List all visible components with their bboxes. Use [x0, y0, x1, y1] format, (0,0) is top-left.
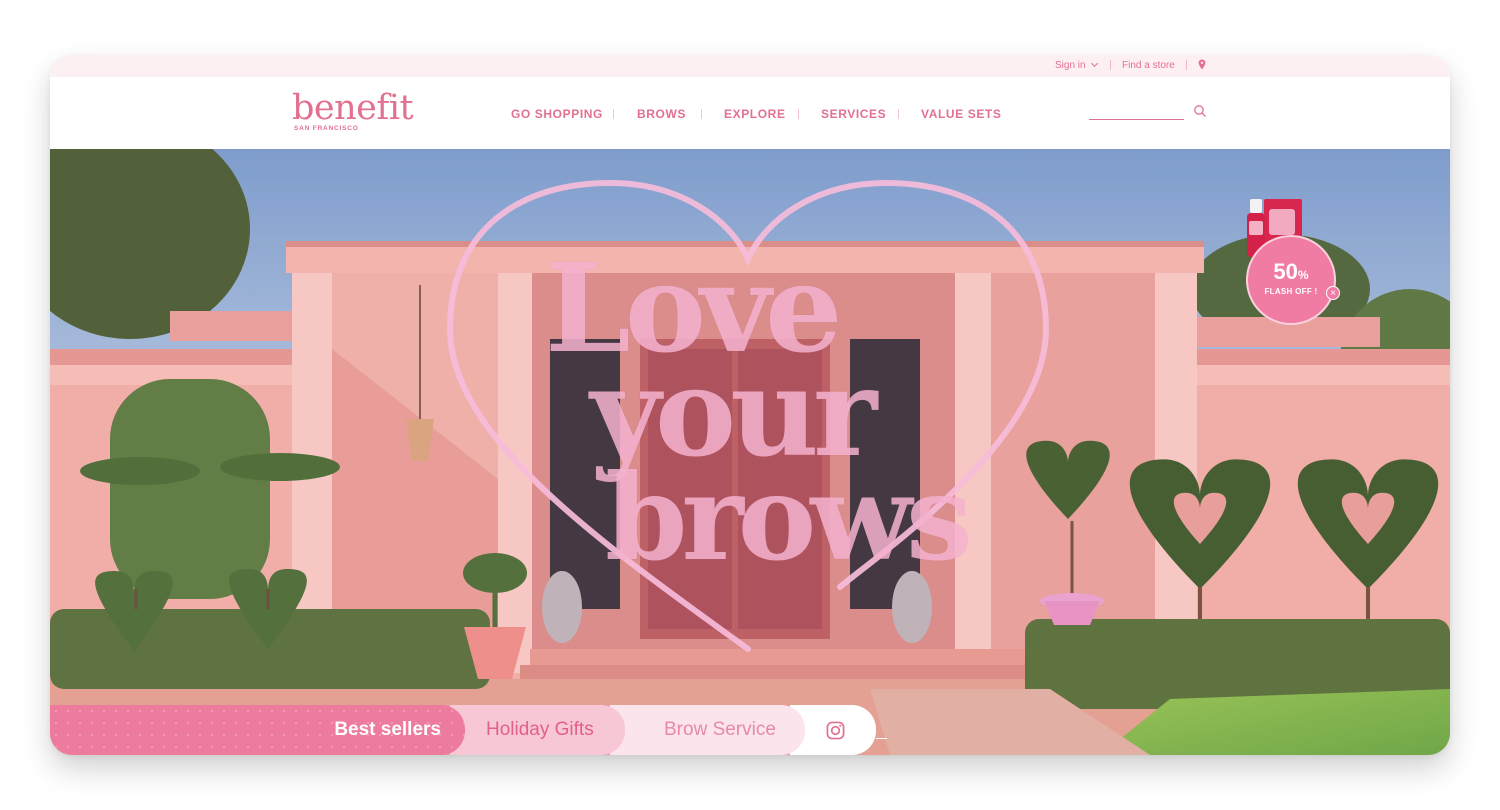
sign-in-label: Sign in	[1055, 60, 1086, 71]
chevron-down-icon	[1090, 59, 1098, 68]
nav-divider	[798, 109, 799, 119]
nav-divider	[701, 109, 702, 119]
tab-holiday-gifts-label: Holiday Gifts	[486, 719, 594, 740]
nav-brows[interactable]: BROWS	[637, 107, 686, 121]
nav-explore[interactable]: EXPLORE	[724, 107, 786, 121]
divider	[1186, 60, 1187, 70]
flash-percent: 50%	[1273, 259, 1309, 284]
browser-frame: Sign in Find a store benefit SAN FRANCIS…	[50, 55, 1450, 755]
location-pin-icon[interactable]	[1198, 59, 1206, 73]
main-header: benefit SAN FRANCISCO GO SHOPPING BROWS …	[50, 77, 1450, 149]
flash-label: FLASH OFF !	[1264, 287, 1318, 296]
tab-brow-service[interactable]: Brow Service	[610, 705, 805, 755]
nav-services[interactable]: SERVICES	[821, 107, 886, 121]
search-input[interactable]	[1089, 119, 1184, 120]
tab-bar: Best sellers Holiday Gifts Brow Service	[50, 705, 1450, 755]
divider	[1110, 60, 1111, 70]
tab-holiday-gifts[interactable]: Holiday Gifts	[450, 705, 625, 755]
flash-sale-badge[interactable]: 50% FLASH OFF ! ×	[1246, 199, 1340, 354]
search-icon[interactable]	[1193, 104, 1207, 118]
divider	[876, 738, 887, 739]
nav-divider	[613, 109, 614, 119]
hero-banner[interactable]: Love your brows 50% FLASH OFF ! × Best s…	[50, 149, 1450, 755]
nav-value-sets[interactable]: VALUE SETS	[921, 107, 1001, 121]
find-store-link[interactable]: Find a store	[1122, 60, 1175, 71]
sign-in-link[interactable]: Sign in	[1055, 59, 1098, 71]
logo-subtitle: SAN FRANCISCO	[294, 125, 359, 132]
utility-bar: Sign in Find a store	[50, 55, 1450, 77]
close-icon[interactable]: ×	[1326, 286, 1340, 300]
logo-wordmark: benefit	[292, 88, 414, 128]
nav-divider	[898, 109, 899, 119]
nav-go-shopping[interactable]: GO SHOPPING	[511, 107, 603, 121]
instagram-icon	[826, 721, 845, 740]
tab-best-sellers[interactable]: Best sellers	[50, 705, 465, 755]
hero-scene-image	[50, 149, 1450, 755]
tab-brow-service-label: Brow Service	[664, 719, 776, 740]
benefit-logo[interactable]: benefit SAN FRANCISCO	[292, 91, 414, 135]
tab-best-sellers-label: Best sellers	[334, 719, 441, 740]
